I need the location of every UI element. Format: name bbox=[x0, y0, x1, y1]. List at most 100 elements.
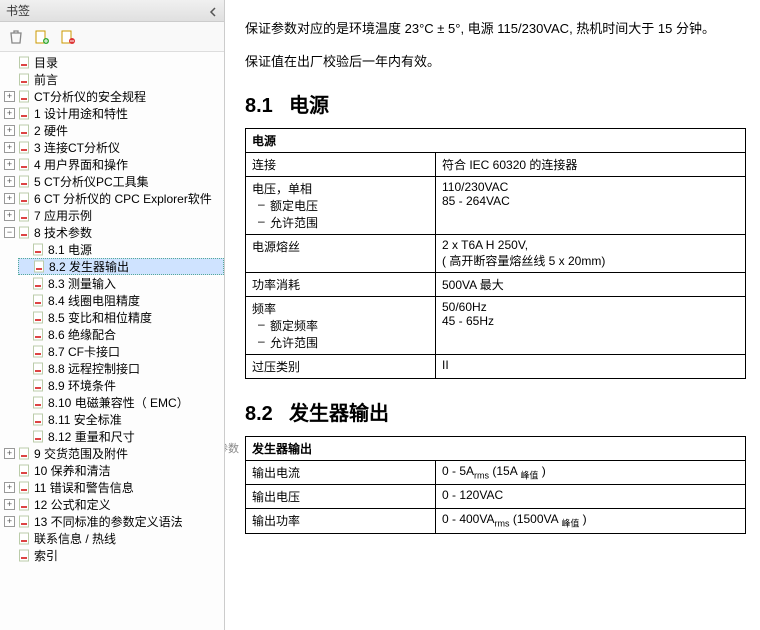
page-icon bbox=[18, 447, 31, 460]
tree-item[interactable]: 8.11 安全标准 bbox=[18, 411, 224, 428]
tree-item[interactable]: +13 不同标准的参数定义语法 bbox=[4, 513, 224, 530]
tree-item[interactable]: +4 用户界面和操作 bbox=[4, 156, 224, 173]
tree-item-label: 11 错误和警告信息 bbox=[34, 479, 134, 496]
tree-item[interactable]: 8.8 远程控制接口 bbox=[18, 360, 224, 377]
page-icon bbox=[18, 158, 31, 171]
tree-item[interactable]: 8.5 变比和相位精度 bbox=[18, 309, 224, 326]
tree-item-label: 8.4 线圈电阻精度 bbox=[48, 292, 140, 309]
expand-twisty-icon[interactable]: + bbox=[4, 448, 15, 459]
collapse-twisty-icon[interactable]: − bbox=[4, 227, 15, 238]
tree-item-label: 10 保养和清洁 bbox=[34, 462, 111, 479]
tree-item[interactable]: +11 错误和警告信息 bbox=[4, 479, 224, 496]
tree-item[interactable]: − 8 技术参数 bbox=[4, 224, 224, 241]
twisty-spacer bbox=[4, 57, 15, 68]
tree-item-label: 6 CT 分析仪的 CPC Explorer软件 bbox=[34, 190, 212, 207]
expand-twisty-icon[interactable]: + bbox=[4, 91, 15, 102]
page-icon bbox=[32, 362, 45, 375]
page-icon bbox=[32, 277, 45, 290]
expand-twisty-icon[interactable]: + bbox=[4, 210, 15, 221]
bookmark-tree[interactable]: 目录前言 + CT分析仪的安全规程+1 设计用途和特性+2 硬件+3 连接CT分析仪… bbox=[0, 52, 224, 630]
twisty-spacer bbox=[18, 278, 29, 289]
expand-twisty-icon[interactable]: + bbox=[4, 482, 15, 493]
tree-item-label: 8 技术参数 bbox=[34, 224, 92, 241]
tree-item[interactable]: 8.3 测量输入 bbox=[18, 275, 224, 292]
tree-item[interactable]: +7 应用示例 bbox=[4, 207, 224, 224]
tree-item-label: 目录 bbox=[34, 54, 58, 71]
tree-item[interactable]: +6 CT 分析仪的 CPC Explorer软件 bbox=[4, 190, 224, 207]
twisty-spacer bbox=[18, 397, 29, 408]
generator-output-table: 发生器输出输出电流0 - 5Arms (15A 峰值 )输出电压0 - 120V… bbox=[245, 436, 746, 534]
tree-item[interactable]: 8.6 绝缘配合 bbox=[18, 326, 224, 343]
tree-item[interactable]: 联系信息 / 热线 bbox=[4, 530, 224, 547]
tree-item[interactable]: +12 公式和定义 bbox=[4, 496, 224, 513]
tree-item[interactable]: 10 保养和清洁 bbox=[4, 462, 224, 479]
tree-item[interactable]: +2 硬件 bbox=[4, 122, 224, 139]
expand-twisty-icon[interactable]: + bbox=[4, 159, 15, 170]
twisty-spacer bbox=[18, 244, 29, 255]
tree-item[interactable]: 8.12 重量和尺寸 bbox=[18, 428, 224, 445]
page-icon bbox=[33, 260, 46, 273]
table-row: 电源熔丝2 x T6A H 250V,( 高开断容量熔丝线 5 x 20mm) bbox=[246, 235, 746, 273]
tree-item-label: 12 公式和定义 bbox=[34, 496, 111, 513]
page-icon bbox=[18, 549, 31, 562]
tree-item[interactable]: 8.1 电源 bbox=[18, 241, 224, 258]
page-icon bbox=[18, 107, 31, 120]
page-icon bbox=[32, 413, 45, 426]
tree-item-label: 8.8 远程控制接口 bbox=[48, 360, 140, 377]
table-header: 电源 bbox=[246, 129, 746, 153]
table-row: 输出电流0 - 5Arms (15A 峰值 ) bbox=[246, 461, 746, 485]
tree-item-label: 8.10 电磁兼容性（ EMC） bbox=[48, 394, 189, 411]
new-bookmark-icon[interactable] bbox=[34, 29, 50, 45]
tree-item[interactable]: 8.7 CF卡接口 bbox=[18, 343, 224, 360]
page-icon bbox=[18, 175, 31, 188]
page-icon bbox=[32, 396, 45, 409]
tree-item[interactable]: 8.4 线圈电阻精度 bbox=[18, 292, 224, 309]
twisty-spacer bbox=[18, 380, 29, 391]
expand-twisty-icon[interactable]: + bbox=[4, 499, 15, 510]
page-icon bbox=[32, 430, 45, 443]
section-8-2-sidelabel: 参数 bbox=[225, 440, 239, 456]
tree-item[interactable]: +1 设计用途和特性 bbox=[4, 105, 224, 122]
page-icon bbox=[32, 345, 45, 358]
tree-item[interactable]: 前言 bbox=[4, 71, 224, 88]
section-8-1-heading: 8.1电源 bbox=[245, 89, 746, 118]
tree-item-label: 8.11 安全标准 bbox=[48, 411, 122, 428]
tree-item[interactable]: +9 交货范围及附件 bbox=[4, 445, 224, 462]
sidebar-title: 书签 bbox=[6, 2, 202, 19]
page-icon bbox=[18, 192, 31, 205]
tree-item[interactable]: 索引 bbox=[4, 547, 224, 564]
expand-twisty-icon[interactable]: + bbox=[4, 125, 15, 136]
collapse-icon[interactable] bbox=[208, 6, 218, 16]
table-row: 频率额定频率允许范围50/60Hz45 - 65Hz bbox=[246, 297, 746, 355]
twisty-spacer bbox=[18, 295, 29, 306]
expand-twisty-icon[interactable]: + bbox=[4, 142, 15, 153]
page-icon bbox=[18, 141, 31, 154]
page-icon bbox=[32, 243, 45, 256]
page-icon bbox=[18, 124, 31, 137]
tree-item[interactable]: 8.2 发生器输出 bbox=[18, 258, 224, 275]
tree-item[interactable]: 8.10 电磁兼容性（ EMC） bbox=[18, 394, 224, 411]
page-icon bbox=[18, 532, 31, 545]
tree-item[interactable]: 目录 bbox=[4, 54, 224, 71]
page-icon bbox=[18, 498, 31, 511]
tree-item[interactable]: +3 连接CT分析仪 bbox=[4, 139, 224, 156]
tree-item-label: 联系信息 / 热线 bbox=[34, 530, 116, 547]
tree-item[interactable]: + CT分析仪的安全规程 bbox=[4, 88, 224, 105]
twisty-spacer bbox=[18, 329, 29, 340]
expand-twisty-icon[interactable]: + bbox=[4, 108, 15, 119]
tree-item-label: CT分析仪的安全规程 bbox=[34, 88, 146, 105]
expand-twisty-icon[interactable]: + bbox=[4, 516, 15, 527]
twisty-spacer bbox=[19, 261, 30, 272]
trash-icon[interactable] bbox=[8, 29, 24, 45]
page-icon bbox=[18, 73, 31, 86]
expand-twisty-icon[interactable]: + bbox=[4, 176, 15, 187]
expand-twisty-icon[interactable]: + bbox=[4, 193, 15, 204]
tree-item[interactable]: +5 CT分析仪PC工具集 bbox=[4, 173, 224, 190]
twisty-spacer bbox=[4, 533, 15, 544]
twisty-spacer bbox=[4, 465, 15, 476]
bookmarks-sidebar: 书签 目录前言 + CT分析仪的安全规程+1 设计用途和特性+2 硬件+3 连接CT… bbox=[0, 0, 225, 630]
intro-paragraph-2: 保证值在出厂校验后一年内有效。 bbox=[245, 52, 746, 72]
tree-item[interactable]: 8.9 环境条件 bbox=[18, 377, 224, 394]
new-folder-icon[interactable] bbox=[60, 29, 76, 45]
page-icon bbox=[32, 294, 45, 307]
